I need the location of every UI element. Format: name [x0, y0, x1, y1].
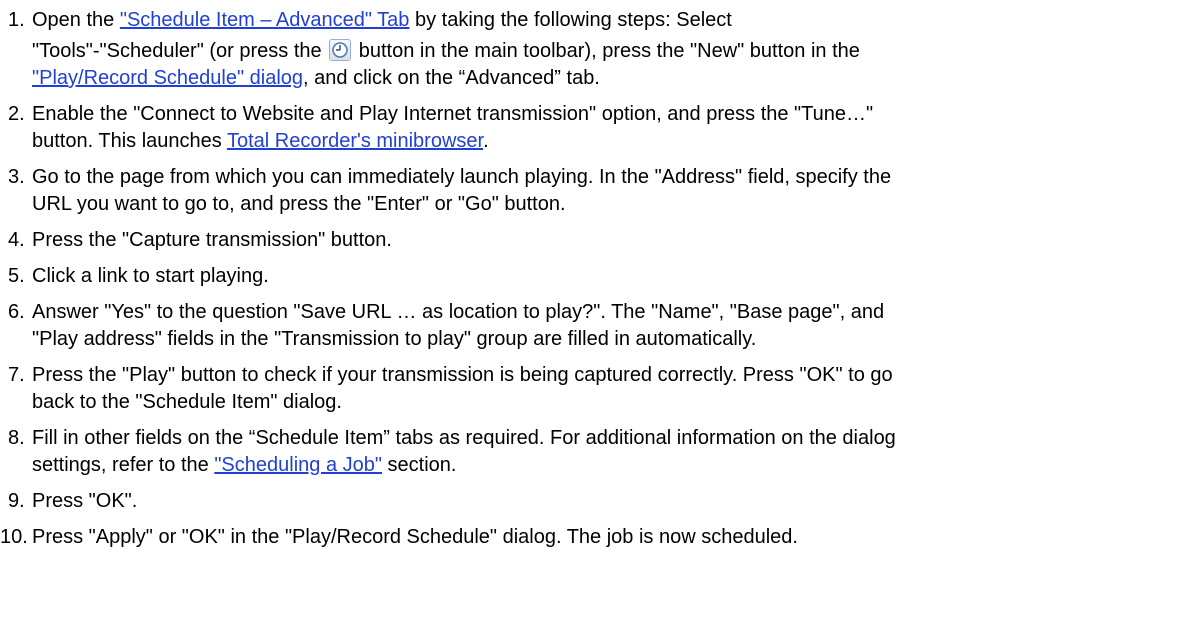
step-text-line: settings, refer to the "Scheduling a Job… [32, 452, 1204, 479]
step-number: 7. [8, 364, 25, 386]
step-number: 3. [8, 166, 25, 188]
step-text-line: "Tools"-"Scheduler" (or press the button… [32, 38, 1204, 65]
step-text: Click a link to start playing. [32, 265, 269, 287]
step-9: 9. Press "OK". [0, 488, 1204, 515]
instruction-steps-list: 1. Open the "Schedule Item – Advanced" T… [0, 7, 1204, 551]
step-text: "Play address" fields in the "Transmissi… [32, 328, 757, 350]
step-2: 2. Enable the "Connect to Website and Pl… [0, 101, 1204, 155]
step-text-line: Open the "Schedule Item – Advanced" Tab … [32, 7, 1204, 34]
step-3: 3. Go to the page from which you can imm… [0, 164, 1204, 218]
step-8: 8. Fill in other fields on the “Schedule… [0, 425, 1204, 479]
step-text: Open the [32, 9, 120, 31]
step-text: section. [381, 454, 457, 476]
step-text: Answer "Yes" to the question "Save URL …… [32, 301, 885, 323]
step-text: Press the "Play" button to check if your… [32, 364, 893, 386]
step-number: 9. [8, 490, 25, 512]
step-7: 7. Press the "Play" button to check if y… [0, 362, 1204, 416]
step-text: , and click on the “Advanced” tab. [303, 67, 600, 89]
step-text: Press "Apply" or "OK" in the "Play/Recor… [32, 526, 798, 548]
scheduler-clock-icon [329, 39, 352, 61]
step-text: settings, refer to the [32, 454, 215, 476]
step-text: Fill in other fields on the “Schedule It… [32, 427, 896, 449]
step-number: 6. [8, 301, 25, 323]
step-10: 10. Press "Apply" or "OK" in the "Play/R… [0, 524, 1204, 551]
step-text: . [483, 130, 489, 152]
step-text: Go to the page from which you can immedi… [32, 166, 892, 188]
step-number: 2. [8, 103, 25, 125]
step-number: 8. [8, 427, 25, 449]
step-1: 1. Open the "Schedule Item – Advanced" T… [0, 7, 1204, 92]
step-4: 4. Press the "Capture transmission" butt… [0, 227, 1204, 254]
step-6: 6. Answer "Yes" to the question "Save UR… [0, 299, 1204, 353]
step-text: back to the "Schedule Item" dialog. [32, 391, 342, 413]
step-number: 4. [8, 229, 25, 251]
step-text: button. This launches [32, 130, 227, 152]
step-text: Press "OK". [32, 490, 138, 512]
schedule-item-advanced-tab-link[interactable]: "Schedule Item – Advanced" Tab [120, 9, 410, 31]
play-record-schedule-dialog-link[interactable]: "Play/Record Schedule" dialog [32, 67, 303, 89]
step-number: 10. [0, 526, 28, 548]
step-text: button in the main toolbar), press the "… [353, 40, 860, 62]
step-5: 5. Click a link to start playing. [0, 263, 1204, 290]
step-text-line: "Play/Record Schedule" dialog, and click… [32, 65, 1204, 92]
step-text: "Tools"-"Scheduler" (or press the [32, 40, 328, 62]
step-number: 5. [8, 265, 25, 287]
step-number: 1. [8, 9, 25, 31]
step-text: Enable the "Connect to Website and Play … [32, 103, 874, 125]
step-text: by taking the following steps: Select [409, 9, 732, 31]
step-text-line: button. This launches Total Recorder's m… [32, 128, 1204, 155]
step-text: URL you want to go to, and press the "En… [32, 193, 566, 215]
total-recorder-minibrowser-link[interactable]: Total Recorder's minibrowser [227, 130, 483, 152]
scheduling-a-job-link[interactable]: "Scheduling a Job" [214, 454, 382, 476]
step-text: Press the "Capture transmission" button. [32, 229, 392, 251]
